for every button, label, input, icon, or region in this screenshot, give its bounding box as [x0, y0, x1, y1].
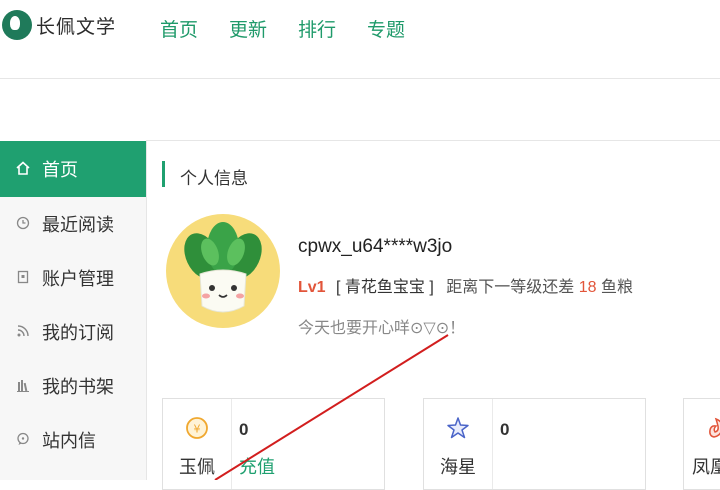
nav-rankings[interactable]: 排行 [298, 15, 336, 42]
section-title: 个人信息 [180, 169, 248, 188]
level-badge: Lv1 [298, 279, 326, 296]
user-motto: 今天也要开心咩⊙▽⊙！ [298, 320, 466, 337]
avatar[interactable] [166, 214, 280, 328]
starfish-icon [446, 416, 470, 440]
jade-coin-icon: ¥ [185, 416, 209, 440]
sidebar-item-bookshelf[interactable]: 我的书架 [0, 359, 146, 413]
sidebar: 首页 最近阅读 账户管理 我的订阅 我的书架 站内信 [0, 141, 147, 480]
bookshelf-icon [15, 378, 31, 395]
account-icon [15, 270, 31, 287]
sidebar-item-label: 我的订阅 [42, 323, 114, 343]
next-level-unit: 鱼粮 [601, 279, 634, 296]
nav-topics[interactable]: 专题 [367, 15, 405, 42]
stat-name: 海星 [440, 457, 476, 477]
stat-card-starfish: 海星 0 [423, 398, 646, 490]
content-divider [146, 140, 720, 141]
sidebar-item-home[interactable]: 首页 [0, 141, 146, 197]
nav-updates[interactable]: 更新 [229, 15, 267, 42]
stat-name: 玉佩 [179, 457, 215, 477]
site-logo[interactable]: 长佩文学 [0, 10, 116, 40]
recharge-link[interactable]: 充值 [239, 453, 275, 479]
message-icon [15, 432, 31, 449]
next-level-prefix: 距离下一等级还差 [446, 279, 575, 296]
main-nav: 首页 更新 排行 专题 [160, 15, 436, 42]
logo-icon [2, 10, 32, 40]
stat-name: 凤凰 [692, 457, 720, 477]
logo-text: 长佩文学 [36, 16, 117, 38]
top-navigation-bar: 长佩文学 首页 更新 排行 专题 [0, 0, 720, 79]
rss-icon [15, 324, 31, 341]
card-divider [492, 399, 493, 489]
svg-text:¥: ¥ [194, 423, 201, 436]
stat-card-jade: ¥ 玉佩 0 充值 [162, 398, 385, 490]
profile-section-header: 个人信息 [162, 158, 720, 190]
sidebar-item-label: 账户管理 [42, 269, 114, 289]
stat-value: 0 [500, 420, 510, 439]
section-accent-bar [162, 161, 165, 187]
phoenix-icon [704, 416, 720, 440]
sidebar-item-account[interactable]: 账户管理 [0, 251, 146, 305]
sidebar-item-label: 我的书架 [42, 377, 114, 397]
next-level-amount: 18 [578, 279, 597, 296]
nav-home[interactable]: 首页 [160, 15, 198, 42]
sidebar-item-recent[interactable]: 最近阅读 [0, 197, 146, 251]
stat-value: 0 [239, 420, 249, 439]
card-divider [231, 399, 232, 489]
level-title: [ 青花鱼宝宝 ] [336, 279, 434, 296]
username: cpwx_u64****w3jo [298, 236, 453, 257]
clock-icon [15, 216, 31, 233]
stat-card-phoenix: 凤凰 [683, 398, 720, 490]
home-icon [15, 160, 31, 179]
sidebar-item-messages[interactable]: 站内信 [0, 413, 146, 467]
level-info: Lv1 [ 青花鱼宝宝 ] 距离下一等级还差 18 鱼粮 [298, 273, 633, 297]
cabbage-avatar-icon [184, 222, 262, 313]
sidebar-item-label: 首页 [42, 160, 78, 180]
sidebar-item-label: 最近阅读 [42, 215, 114, 235]
sidebar-item-subscriptions[interactable]: 我的订阅 [0, 305, 146, 359]
sidebar-item-label: 站内信 [42, 431, 96, 451]
